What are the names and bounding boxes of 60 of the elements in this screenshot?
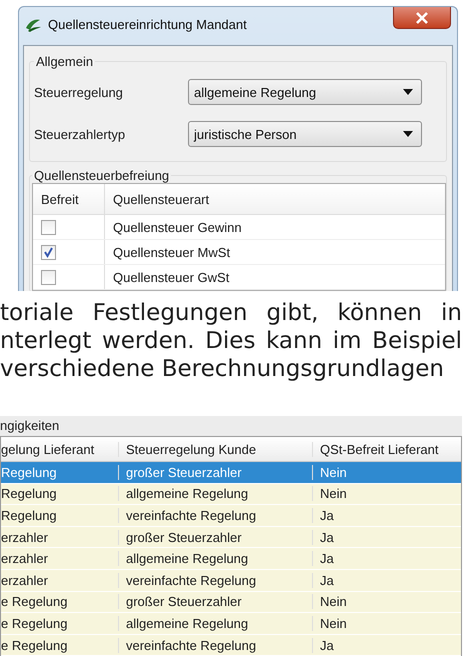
table-cell: Ja [312, 508, 461, 523]
table-cell-text: Quellensteuer GwSt [112, 270, 230, 284]
window-title: Quellensteuereinrichtung Mandant [48, 16, 247, 32]
table-row[interactable]: e Regelung vereinfachte Regelung Ja [1, 634, 461, 656]
table-cell-text: e Regelung [1, 594, 68, 610]
table-cell-text: Regelung [1, 486, 58, 502]
group-title: Quellensteuerbefreiung [33, 168, 170, 183]
table-cell: Nein [312, 594, 461, 610]
column-header: Quellensteuerart [112, 192, 210, 206]
group-title: Allgemein [35, 54, 94, 69]
table-row[interactable]: Regelung allgemeine Regelung Nein [1, 484, 461, 506]
table-cell: großer Steuerzahler [118, 530, 312, 545]
caret-icon [403, 131, 413, 137]
table-cell: Ja [312, 551, 461, 566]
dropdown[interactable]: juristische Person [188, 121, 422, 147]
table-cell: vereinfachte Regelung [118, 638, 312, 653]
group-title: ngigkeiten [0, 417, 60, 434]
table-cell-text: Quellensteuer Gewinn [112, 220, 242, 234]
table-row[interactable]: Regelung großer Steuerzahler Nein [1, 462, 461, 484]
checkbox[interactable] [41, 270, 56, 284]
column-header: Befreit [33, 184, 105, 214]
field-label: Steuerregelung [34, 84, 124, 100]
table-cell: allgemeine Regelung [118, 551, 312, 566]
table-cell: allgemeine Regelung [118, 616, 312, 631]
table-cell-text: erzahler [1, 530, 49, 545]
field-label: Steuerzahlertyp [34, 126, 126, 142]
caret-icon [403, 89, 413, 95]
table-cell: Nein [312, 486, 461, 502]
table-row[interactable]: erzahler allgemeine Regelung Ja [1, 548, 461, 570]
table-cell: Ja [312, 572, 461, 588]
close-icon [415, 12, 429, 24]
column-header: gelung Lieferant [1, 442, 96, 456]
table-row[interactable]: erzahler großer Steuerzahler Ja [1, 526, 461, 548]
table-cell-text: erzahler [1, 572, 49, 588]
table-cell: großer Steuerzahler [118, 464, 312, 480]
column-header: QSt-Befreit Lieferant [312, 442, 461, 456]
table-cell: Ja [312, 530, 461, 545]
table-cell-text: e Regelung [1, 638, 68, 653]
body-paragraph: toriale Festlegungen gibt, können in nterlegt werden. Dies kann im Beispiel verschiedene Berechnungsgrundlagen [0, 299, 462, 383]
close-button[interactable] [393, 7, 451, 29]
table-cell: Nein [312, 616, 461, 631]
table-row[interactable]: e Regelung allgemeine Regelung Nein [1, 613, 461, 635]
table-cell: Nein [312, 464, 461, 480]
table-cell-text: e Regelung [1, 616, 68, 631]
table-cell-text: Regelung [1, 508, 58, 523]
table-row[interactable]: erzahler vereinfachte Regelung Ja [1, 570, 461, 592]
table-row[interactable]: e Regelung großer Steuerzahler Nein [1, 592, 461, 614]
column-header: Steuerregelung Kunde [118, 442, 312, 456]
table-cell-text: Quellensteuer MwSt [112, 244, 230, 260]
table-cell: großer Steuerzahler [118, 594, 312, 610]
checkbox[interactable] [41, 244, 56, 260]
table-row[interactable]: Regelung vereinfachte Regelung Ja [1, 505, 461, 527]
table-cell: vereinfachte Regelung [118, 508, 312, 523]
table-cell-text: Regelung [1, 464, 58, 480]
checkbox[interactable] [41, 220, 56, 234]
table-cell: allgemeine Regelung [118, 486, 312, 502]
table-cell: vereinfachte Regelung [118, 572, 312, 588]
table-cell: Ja [312, 638, 461, 653]
table-cell-text: erzahler [1, 551, 49, 566]
dropdown[interactable]: allgemeine Regelung [188, 79, 422, 105]
